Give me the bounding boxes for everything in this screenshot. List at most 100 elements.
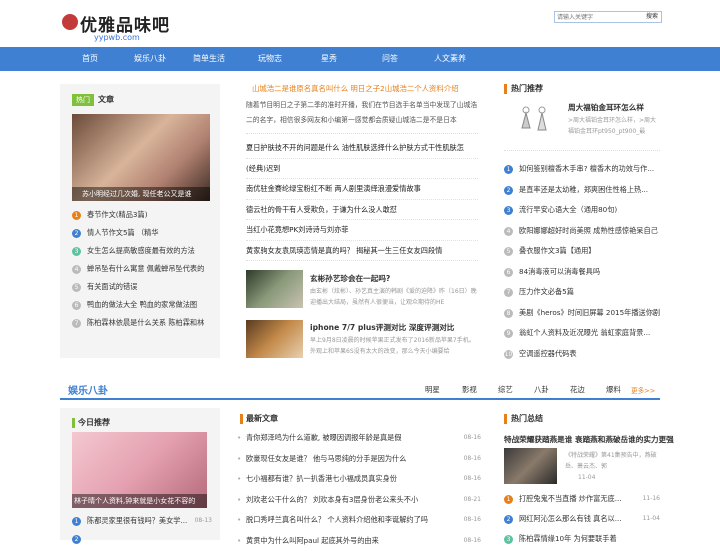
nav-entertainment[interactable]: 娱乐八卦	[130, 47, 170, 71]
entertainment-title[interactable]: 娱乐八卦	[68, 382, 108, 397]
list-item[interactable]: 8美剧《heros》时间旧屏幕 2015年播送你剧	[504, 303, 662, 324]
list-item[interactable]: •刘欢老公干什么的？ 刘欢本身有3层身份老公来头不小08-21	[237, 490, 481, 511]
summary-list: 1打腔兔鬼不当直播 炒作富无底...11-16 2网红阿沁怎么那么有钱 真名以.…	[504, 489, 660, 549]
list-item-text[interactable]: 蝉吊坠有什么寓意 佩戴蝉吊坠代表的	[87, 260, 204, 278]
list-item-text[interactable]: 网红阿沁怎么那么有钱 真名以...	[519, 509, 622, 529]
article-link[interactable]: 夏日护肤技不开的问题是什么 油性肌肤选择什么护肤方式干性肌肤怎	[246, 138, 478, 159]
list-item-text[interactable]: 流行早安心语大全（通用80句)	[519, 200, 617, 221]
tab-film[interactable]: 影视	[462, 384, 477, 395]
list-item-text[interactable]: 是直率还是太幼稚，郑爽困住性格上热...	[519, 180, 648, 201]
list-item[interactable]: •欧豪现任女友是谁？ 他与马思纯的分手是因为什么08-16	[237, 449, 481, 470]
article-link[interactable]: 南优驻金賽纶绿宝粉红不断 两人剧里演绎浪漫爱情故事	[246, 179, 478, 200]
tab-scoop[interactable]: 爆料	[606, 384, 621, 395]
article-link[interactable]: (经典)迟到	[246, 159, 478, 180]
list-item-text[interactable]: 春节作文(精品3篇)	[87, 206, 148, 224]
search-button[interactable]: 搜索	[643, 12, 661, 22]
nav-gadgets[interactable]: 玩物志	[250, 47, 290, 71]
list-item-text[interactable]: 打腔兔鬼不当直播 炒作富无底...	[519, 489, 622, 509]
list-item-text[interactable]: 翁虹个人资料及近况曝光 翁虹家庭背景...	[519, 323, 650, 344]
list-item[interactable]: •脱口秀呼兰真名叫什么？ 个人资料介绍他和李诞解约了吗08-16	[237, 510, 481, 531]
list-item-text[interactable]: 刘欢老公干什么的？ 刘欢本身有3层身份老公来头不小	[246, 490, 418, 511]
list-item-text[interactable]: 如何鉴别檀香木手串? 檀香木的功效与作...	[519, 159, 654, 180]
article-thumb-title[interactable]: iphone 7/7 plus评测对比 深度评测对比	[310, 322, 454, 333]
rank-badge: 6	[504, 268, 513, 277]
list-item[interactable]: 9翁虹个人资料及近况曝光 翁虹家庭背景...	[504, 323, 662, 344]
list-item-text[interactable]: 叠衣服作文3篇【通用】	[519, 241, 595, 262]
today-feature-image[interactable]: 林子晴个人资料,钟来就是小女花不容的	[72, 432, 207, 508]
search-box: 搜索	[554, 11, 662, 23]
tab-stars[interactable]: 明星	[425, 384, 440, 395]
list-item[interactable]: 2	[72, 530, 212, 548]
article-link[interactable]: 当红小花竟想PK刘诗诗与刘亦菲	[246, 220, 478, 241]
article-link[interactable]: 黄家驹女友袁凤瑛恋情是真的吗？ 揭秘其一生三任女友四段情	[246, 241, 478, 262]
article-link[interactable]: 德云社的骨干有人受欺负，于谦为什么没人敢怼	[246, 200, 478, 221]
nav-simple-life[interactable]: 简单生活	[189, 47, 229, 71]
list-item[interactable]: 5有关面试的错误	[72, 278, 212, 296]
article-thumb-image[interactable]	[246, 270, 303, 308]
nav-qa[interactable]: 问答	[370, 47, 410, 71]
list-item-text[interactable]: 陈柏霖林依晨是什么关系 陈柏霖和林	[87, 314, 204, 332]
tab-lace[interactable]: 花边	[570, 384, 585, 395]
tab-gossip[interactable]: 八卦	[534, 384, 549, 395]
list-item-text[interactable]: 七小福都有谁？扒一扒香港七小福成员真实身份	[246, 469, 397, 490]
nav-home[interactable]: 首页	[70, 47, 110, 71]
article-thumb-image[interactable]	[246, 320, 303, 358]
list-item-text[interactable]: 欧豪现任女友是谁？ 他与马思纯的分手是因为什么	[246, 449, 406, 470]
list-item[interactable]: 1陈都灵家里很有钱吗？美女学...08-13	[72, 512, 212, 530]
rank-badge: 5	[504, 247, 513, 256]
list-item-text[interactable]: 鸭血的做法大全 鸭血的家常做法图	[87, 296, 197, 314]
list-item[interactable]: 4蝉吊坠有什么寓意 佩戴蝉吊坠代表的	[72, 260, 212, 278]
list-item-text[interactable]: 青你郑泽鸣为什么道歉, 被曝因调报年龄是真是假	[246, 428, 402, 449]
list-item[interactable]: 1 春节作文(精品3篇)	[72, 206, 212, 224]
list-item-text[interactable]: 84消毒液可以消毒餐具吗	[519, 262, 600, 283]
summary-date: 11-04	[578, 474, 595, 481]
hot-feature-caption[interactable]: 苏小明经过几次婚, 现任老公又是谁	[72, 187, 210, 201]
list-item[interactable]: 3流行早安心语大全（通用80句)	[504, 200, 662, 221]
list-item[interactable]: 6鸭血的做法大全 鸭血的家常做法图	[72, 296, 212, 314]
summary-image[interactable]	[504, 448, 557, 484]
list-item[interactable]: 10空调遥控器代码表	[504, 344, 662, 365]
site-logo[interactable]: 优雅品味吧 yypwb.com	[60, 10, 170, 44]
more-link[interactable]: 更多>>	[631, 385, 655, 395]
search-input[interactable]	[555, 12, 645, 22]
article-thumb-title[interactable]: 玄彬孙艺珍会在一起吗?	[310, 273, 390, 284]
today-feature-caption[interactable]: 林子晴个人资料,钟来就是小女花不容的	[72, 494, 207, 508]
list-item-text[interactable]: 女生怎么提高敏感度最有效的方法	[87, 242, 195, 260]
tab-variety[interactable]: 综艺	[498, 384, 513, 395]
headline-link[interactable]: 山城浩二是谁原名真名叫什么 明日之子2山城浩二个人资料介绍	[252, 83, 459, 94]
list-item-text[interactable]: 欧阳娜娜超好时尚美照 成熟性感惊艳呆自己	[519, 221, 658, 242]
list-item[interactable]: •青你郑泽鸣为什么道歉, 被曝因调报年龄是真是假08-16	[237, 428, 481, 449]
summary-headline[interactable]: 特战荣耀获踏燕是谁 衰踏燕和燕破岳谁的实力更强	[504, 434, 674, 445]
list-item-text[interactable]: 压力作文必备5篇	[519, 282, 574, 303]
list-item[interactable]: •七小福都有谁？扒一扒香港七小福成员真实身份08-16	[237, 469, 481, 490]
list-item-text[interactable]: 有关面试的错误	[87, 278, 137, 296]
list-item-text[interactable]: 陈都灵家里很有钱吗？美女学...	[87, 512, 187, 530]
list-item-text[interactable]: 情人节作文5篇 （精华	[87, 224, 159, 242]
list-item[interactable]: 7压力作文必备5篇	[504, 282, 662, 303]
list-item[interactable]: 5 叠衣服作文3篇【通用】	[504, 241, 662, 262]
nav-culture[interactable]: 人文素养	[425, 47, 475, 71]
list-item[interactable]: 3陈柏霖情缘10年 为何要联手着	[504, 529, 660, 549]
logo-domain: yypwb.com	[94, 33, 140, 42]
list-item-text[interactable]: 脱口秀呼兰真名叫什么？ 个人资料介绍他和李诞解约了吗	[246, 510, 428, 531]
earring-icon	[512, 100, 558, 140]
list-item[interactable]: 2是直率还是太幼稚，郑爽困住性格上热...	[504, 180, 662, 201]
rank-badge: 1	[72, 211, 81, 220]
list-item-text[interactable]: 陈柏霖情缘10年 为何要联手着	[519, 529, 617, 549]
list-item[interactable]: 2情人节作文5篇 （精华	[72, 224, 212, 242]
hot-feature-image[interactable]: 苏小明经过几次婚, 现任老公又是谁	[72, 114, 210, 201]
list-item[interactable]: 1打腔兔鬼不当直播 炒作富无底...11-16	[504, 489, 660, 509]
list-item[interactable]: 7陈柏霖林依晨是什么关系 陈柏霖和林	[72, 314, 212, 332]
earring-image[interactable]	[512, 100, 558, 140]
feature-title[interactable]: 周大福铂金耳环怎么样	[568, 102, 644, 113]
nav-stars[interactable]: 星秀	[309, 47, 349, 71]
list-item-text[interactable]: 美剧《heros》时间旧屏幕 2015年播送你剧	[519, 303, 660, 324]
list-item[interactable]: 2网红阿沁怎么那么有钱 真名以...11-04	[504, 509, 660, 529]
list-item[interactable]: 6 84消毒液可以消毒餐具吗	[504, 262, 662, 283]
list-item-text[interactable]: 空调遥控器代码表	[519, 344, 577, 365]
list-item[interactable]: 1如何鉴别檀香木手串? 檀香木的功效与作...	[504, 159, 662, 180]
list-item[interactable]: 3女生怎么提高敏感度最有效的方法	[72, 242, 212, 260]
list-item[interactable]: •黄贯中为什么叫阿paul 起底其外号的由来08-16	[237, 531, 481, 551]
list-item[interactable]: 4欧阳娜娜超好时尚美照 成熟性感惊艳呆自己	[504, 221, 662, 242]
list-item-text[interactable]: 黄贯中为什么叫阿paul 起底其外号的由来	[246, 531, 379, 551]
